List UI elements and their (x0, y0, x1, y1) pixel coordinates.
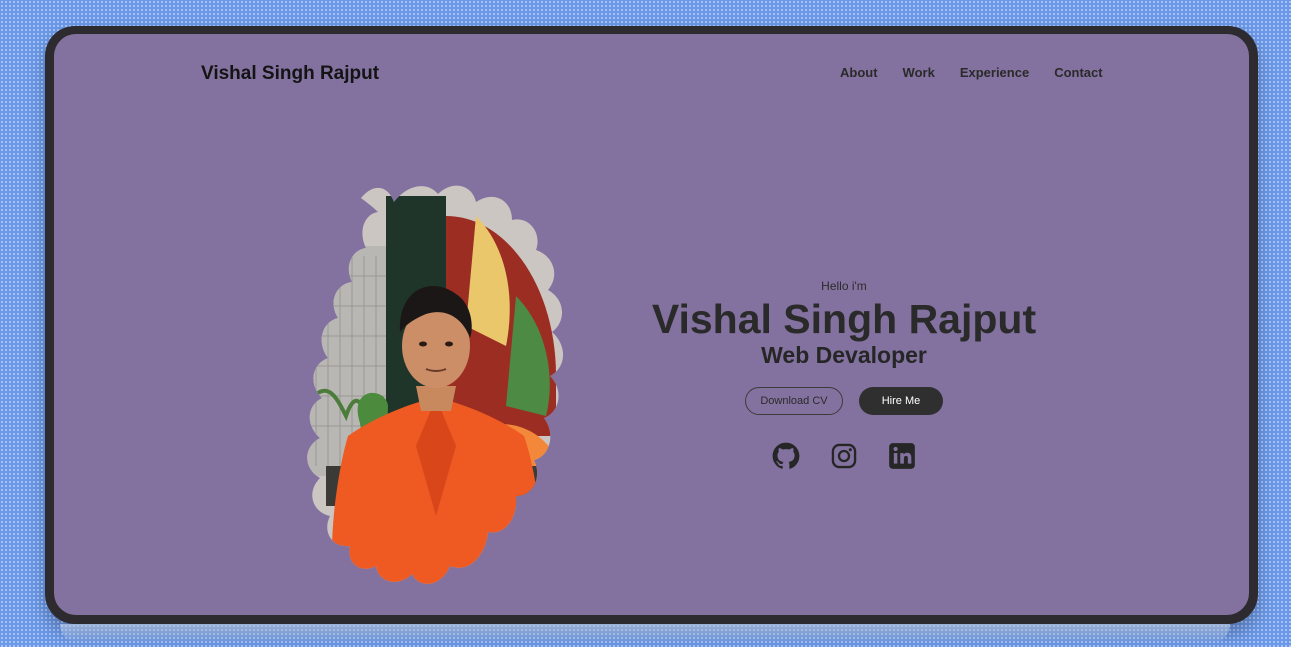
hero-buttons: Download CV Hire Me (644, 387, 1044, 415)
linkedin-icon[interactable] (888, 442, 916, 470)
social-links (644, 442, 1044, 470)
hero-name: Vishal Singh Rajput (651, 296, 1037, 342)
nav-contact[interactable]: Contact (1054, 65, 1102, 80)
download-cv-button[interactable]: Download CV (745, 387, 843, 415)
greeting-text: Hello i'm (821, 279, 867, 293)
device-reflection (60, 624, 1230, 644)
website-screen: Vishal Singh Rajput About Work Experienc… (54, 34, 1249, 615)
github-icon[interactable] (772, 442, 800, 470)
nav-about[interactable]: About (840, 65, 878, 80)
main-nav: About Work Experience Contact (840, 65, 1103, 80)
hire-me-button[interactable]: Hire Me (859, 387, 943, 415)
hero-section: Hello i'm Vishal Singh Rajput Web Devalo… (644, 279, 1044, 470)
profile-portrait (307, 185, 564, 584)
device-frame: Vishal Singh Rajput About Work Experienc… (45, 26, 1258, 624)
nav-experience[interactable]: Experience (960, 65, 1029, 80)
hero-role: Web Devaloper (761, 342, 927, 368)
site-logo[interactable]: Vishal Singh Rajput (201, 63, 379, 85)
nav-work[interactable]: Work (903, 65, 935, 80)
instagram-icon[interactable] (830, 442, 858, 470)
